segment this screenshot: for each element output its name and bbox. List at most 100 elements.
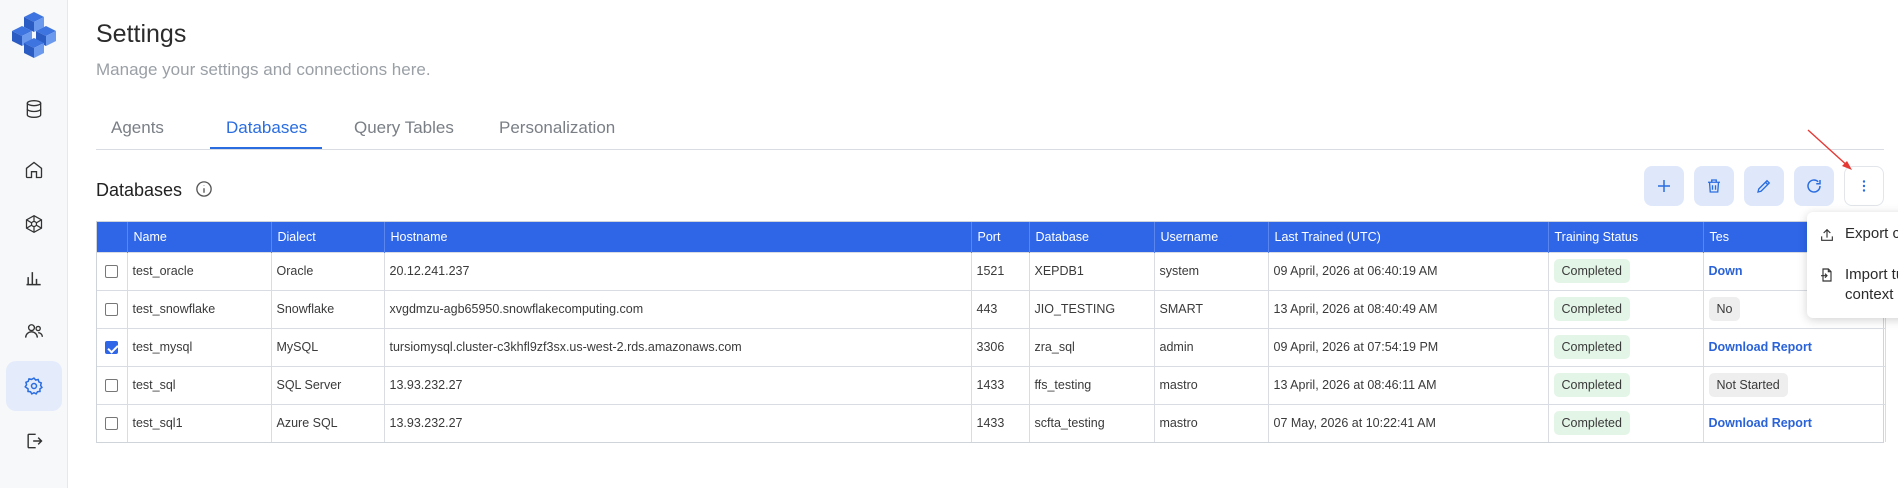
settings-tabs: Agents Databases Query Tables Personaliz…	[96, 108, 1884, 150]
column-header[interactable]: Port	[971, 222, 1030, 252]
column-header[interactable]: Username	[1154, 222, 1269, 252]
row-checkbox[interactable]	[105, 379, 118, 393]
cell-port: 1521	[971, 251, 1030, 290]
row-checkbox[interactable]	[105, 341, 118, 355]
cell-hostname: 13.93.232.27	[384, 365, 972, 404]
delete-database-button[interactable]	[1694, 166, 1734, 206]
cell-last-trained: 09 April, 2026 at 07:54:19 PM	[1268, 327, 1549, 366]
sidebar-item-network[interactable]	[6, 199, 62, 249]
column-header[interactable]: Training Status	[1548, 222, 1704, 252]
cell-test: Download Report	[1703, 403, 1886, 442]
bar-chart-icon	[26, 272, 41, 286]
download-report-link[interactable]: Down	[1709, 264, 1743, 278]
table-header-row: Name Dialect Hostname Port Database User…	[97, 222, 1886, 252]
table-row[interactable]: test_mysql MySQL tursiomysql.cluster-c3khf…	[97, 327, 1886, 366]
cell-hostname: tursiomysql.cluster-c3khfl9zf3sx.us-west…	[384, 327, 972, 366]
select-column-header	[97, 222, 128, 252]
cell-last-trained: 13 April, 2026 at 08:46:11 AM	[1268, 365, 1549, 404]
cell-training-status: Completed	[1548, 289, 1704, 328]
table-row[interactable]: test_oracle Oracle 20.12.241.237 1521 XEPDB1…	[97, 251, 1886, 290]
cell-database: ffs_testing	[1029, 365, 1155, 404]
import-context-menu-item[interactable]: Import tuned context	[1819, 265, 1898, 305]
plus-icon	[1658, 180, 1670, 192]
tab-databases[interactable]: Databases	[226, 118, 307, 138]
add-database-button[interactable]	[1644, 166, 1684, 206]
refresh-icon	[1807, 179, 1821, 193]
database-icon	[26, 100, 42, 119]
cell-hostname: 13.93.232.27	[384, 403, 972, 442]
row-checkbox[interactable]	[105, 417, 118, 431]
tab-personalization[interactable]: Personalization	[499, 118, 615, 138]
cell-name: test_sql1	[127, 403, 272, 442]
cell-name: test_oracle	[127, 251, 272, 290]
column-header[interactable]: Database	[1029, 222, 1155, 252]
cell-port: 3306	[971, 327, 1030, 366]
cell-test: Not Started	[1703, 365, 1886, 404]
column-header[interactable]: Dialect	[271, 222, 385, 252]
cell-training-status: Completed	[1548, 365, 1704, 404]
row-checkbox[interactable]	[105, 303, 118, 317]
cell-hostname: 20.12.241.237	[384, 251, 972, 290]
home-icon	[25, 161, 43, 179]
upload-icon	[1821, 228, 1833, 241]
status-badge: Completed	[1553, 259, 1630, 283]
cell-database: scfta_testing	[1029, 403, 1155, 442]
download-report-link[interactable]: Download Report	[1709, 340, 1812, 354]
gear-icon	[24, 377, 43, 395]
tab-agents[interactable]: Agents	[111, 118, 164, 138]
cell-last-trained: 13 April, 2026 at 08:40:49 AM	[1268, 289, 1549, 328]
trash-icon	[1708, 179, 1720, 193]
sidebar-item-logout[interactable]	[6, 416, 62, 466]
cell-training-status: Completed	[1548, 251, 1704, 290]
table-row[interactable]: test_sql1 Azure SQL 13.93.232.27 1433 scfta_…	[97, 403, 1886, 442]
sidebar-item-settings[interactable]	[6, 361, 62, 411]
users-icon	[25, 324, 43, 338]
network-icon	[25, 214, 43, 234]
databases-table: Name Dialect Hostname Port Database User…	[96, 221, 1886, 443]
select-cell	[97, 403, 128, 442]
cell-port: 1433	[971, 365, 1030, 404]
table-row[interactable]: test_snowflake Snowflake xvgdmzu-agb65950.…	[97, 289, 1886, 328]
download-report-link[interactable]: Download Report	[1709, 416, 1812, 430]
cell-dialect: MySQL	[271, 327, 385, 366]
cell-hostname: xvgdmzu-agb65950.snowflakecomputing.com	[384, 289, 972, 328]
import-context-label: Import tuned context	[1845, 266, 1898, 303]
export-context-label: Export context	[1845, 225, 1898, 242]
cell-database: zra_sql	[1029, 327, 1155, 366]
row-checkbox[interactable]	[105, 265, 118, 279]
cell-training-status: Completed	[1548, 403, 1704, 442]
info-icon[interactable]	[195, 180, 213, 198]
section-title: Databases	[96, 180, 183, 200]
cell-port: 1433	[971, 403, 1030, 442]
column-header[interactable]: Last Trained (UTC)	[1268, 222, 1549, 252]
cell-last-trained: 09 April, 2026 at 06:40:19 AM	[1268, 251, 1549, 290]
tab-query-tables[interactable]: Query Tables	[354, 118, 454, 138]
status-badge: Completed	[1553, 335, 1630, 359]
pencil-icon	[1757, 179, 1771, 193]
main-content: Settings Manage your settings and connec…	[80, 0, 1898, 488]
export-context-menu-item[interactable]: Export context	[1819, 225, 1898, 243]
column-header[interactable]: Name	[127, 222, 272, 252]
cell-dialect: SQL Server	[271, 365, 385, 404]
more-vertical-icon	[1862, 180, 1866, 192]
sidebar-item-analytics[interactable]	[6, 253, 62, 303]
cell-name: test_mysql	[127, 327, 272, 366]
sidebar-item-users[interactable]	[6, 306, 62, 356]
sidebar-item-home[interactable]	[6, 145, 62, 195]
edit-database-button[interactable]	[1744, 166, 1784, 206]
annotation-arrow-icon	[1807, 129, 1852, 170]
page-subtitle: Manage your settings and connections her…	[96, 60, 431, 79]
logout-icon	[27, 433, 43, 449]
table-row[interactable]: test_sql SQL Server 13.93.232.27 1433 ffs_te…	[97, 365, 1886, 404]
cell-database: XEPDB1	[1029, 251, 1155, 290]
app-logo-icon[interactable]	[8, 10, 60, 62]
cell-username: admin	[1154, 327, 1269, 366]
cell-last-trained: 07 May, 2026 at 10:22:41 AM	[1268, 403, 1549, 442]
status-badge: Completed	[1553, 411, 1630, 436]
sidebar-item-database[interactable]	[6, 84, 62, 134]
cell-name: test_snowflake	[127, 289, 272, 328]
cell-name: test_sql	[127, 365, 272, 404]
cell-username: mastro	[1154, 365, 1269, 404]
status-badge: Completed	[1553, 297, 1630, 321]
column-header[interactable]: Hostname	[384, 222, 972, 252]
